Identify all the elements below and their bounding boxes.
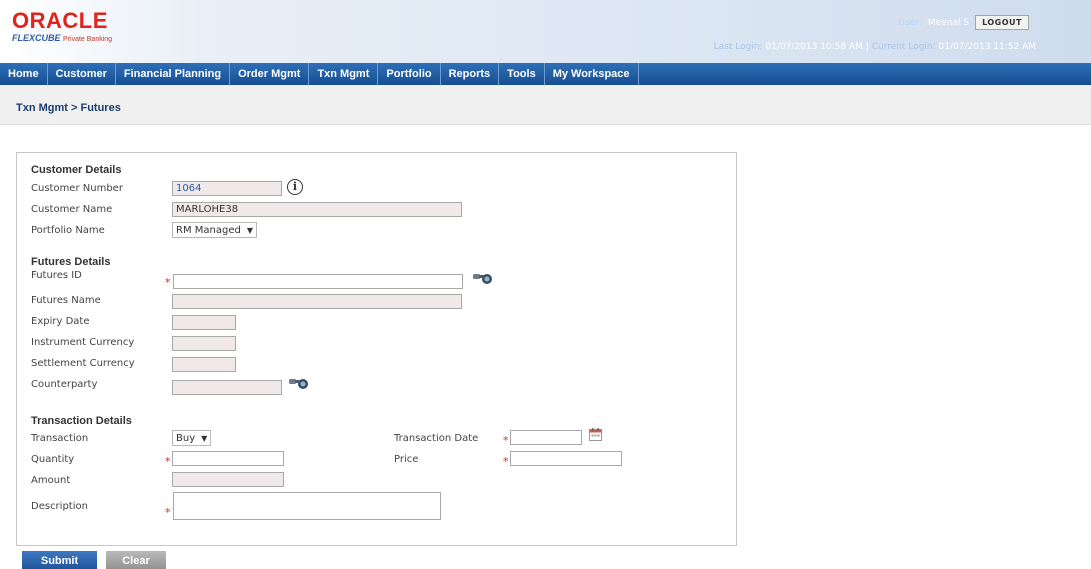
counterparty-field[interactable] bbox=[172, 380, 282, 395]
futures-id-input[interactable] bbox=[173, 274, 463, 289]
counterparty-label: Counterparty bbox=[31, 379, 98, 390]
info-icon[interactable]: i bbox=[287, 179, 303, 195]
customer-name-label: Customer Name bbox=[31, 204, 113, 215]
portfolio-selected-value: RM Managed bbox=[176, 224, 241, 236]
expiry-date-field[interactable] bbox=[172, 315, 236, 330]
transaction-date-label: Transaction Date bbox=[394, 433, 479, 444]
login-info: Last Login: 01/07/2013 10:58 AM | Curren… bbox=[714, 42, 1036, 52]
chevron-down-icon: ▼ bbox=[201, 433, 208, 443]
quantity-input[interactable] bbox=[172, 451, 284, 466]
logo-private-banking-text: Private Banking bbox=[63, 36, 113, 43]
instrument-currency-field[interactable] bbox=[172, 336, 236, 351]
required-marker: * bbox=[503, 455, 509, 468]
futures-name-label: Futures Name bbox=[31, 295, 101, 306]
submit-button[interactable]: Submit bbox=[22, 551, 97, 569]
customer-details-title: Customer Details bbox=[31, 164, 122, 176]
current-login-label: Current Login: bbox=[871, 42, 936, 52]
portfolio-name-label: Portfolio Name bbox=[31, 225, 105, 236]
transaction-label: Transaction bbox=[31, 433, 89, 444]
binoculars-search-icon[interactable] bbox=[288, 376, 312, 390]
transaction-details-title: Transaction Details bbox=[31, 415, 132, 427]
nav-item-tools[interactable]: Tools bbox=[499, 63, 545, 85]
required-marker: * bbox=[165, 276, 171, 289]
required-marker: * bbox=[165, 455, 171, 468]
transaction-selected-value: Buy bbox=[176, 432, 196, 444]
clear-button[interactable]: Clear bbox=[106, 551, 166, 569]
futures-details-title: Futures Details bbox=[31, 256, 111, 268]
logout-button[interactable]: LOGOUT bbox=[975, 15, 1029, 30]
customer-number-label: Customer Number bbox=[31, 183, 123, 194]
user-label: User: bbox=[898, 17, 922, 28]
required-marker: * bbox=[165, 506, 171, 519]
nav-item-financial-planning[interactable]: Financial Planning bbox=[116, 63, 231, 85]
futures-id-label: Futures ID bbox=[31, 270, 82, 281]
last-login-label: Last Login: bbox=[713, 42, 763, 52]
binoculars-search-icon[interactable] bbox=[472, 271, 496, 285]
nav-item-reports[interactable]: Reports bbox=[441, 63, 500, 85]
logo-subtitle: FLEXCUBE Private Banking bbox=[12, 33, 112, 43]
transaction-date-input[interactable] bbox=[510, 430, 582, 445]
amount-field[interactable] bbox=[172, 472, 284, 487]
nav-item-my-workspace[interactable]: My Workspace bbox=[545, 63, 639, 85]
user-info: User: Meenal S LOGOUT bbox=[899, 15, 1029, 30]
futures-form-panel: Customer Details Customer Number 1064 i … bbox=[16, 152, 737, 546]
expiry-date-label: Expiry Date bbox=[31, 316, 90, 327]
instrument-currency-label: Instrument Currency bbox=[31, 337, 135, 348]
breadcrumb: Txn Mgmt > Futures bbox=[16, 102, 121, 114]
nav-item-home[interactable]: Home bbox=[0, 63, 48, 85]
nav-items: Home Customer Financial Planning Order Mgmt… bbox=[0, 63, 1091, 85]
required-marker: * bbox=[503, 434, 509, 447]
current-login-value: 01/07/2013 11:52 AM bbox=[938, 42, 1036, 52]
settlement-currency-label: Settlement Currency bbox=[31, 358, 135, 369]
amount-label: Amount bbox=[31, 475, 71, 486]
customer-name-field[interactable]: MARLOHE38 bbox=[172, 202, 462, 217]
description-label: Description bbox=[31, 501, 88, 512]
transaction-select[interactable]: Buy ▼ bbox=[172, 430, 212, 446]
settlement-currency-field[interactable] bbox=[172, 357, 236, 372]
main-nav: Home Customer Financial Planning Order Mgmt… bbox=[0, 63, 1091, 85]
last-login-value: 01/07/2013 10:58 AM bbox=[765, 42, 863, 52]
calendar-icon[interactable] bbox=[589, 428, 602, 441]
quantity-label: Quantity bbox=[31, 454, 75, 465]
nav-item-portfolio[interactable]: Portfolio bbox=[378, 63, 441, 85]
price-label: Price bbox=[394, 454, 419, 465]
oracle-flexcube-logo: ORACLE FLEXCUBE Private Banking bbox=[12, 8, 112, 44]
app-header: ORACLE FLEXCUBE Private Banking User: Me… bbox=[0, 0, 1091, 63]
customer-number-field[interactable]: 1064 bbox=[172, 181, 282, 196]
nav-item-txn-mgmt[interactable]: Txn Mgmt bbox=[309, 63, 379, 85]
nav-item-customer[interactable]: Customer bbox=[48, 63, 116, 85]
futures-name-field[interactable] bbox=[172, 294, 462, 309]
logo-oracle-text: ORACLE bbox=[12, 8, 108, 33]
breadcrumb-bar: Txn Mgmt > Futures bbox=[0, 85, 1091, 125]
portfolio-name-select[interactable]: RM Managed ▼ bbox=[172, 222, 257, 238]
description-textarea[interactable] bbox=[173, 492, 441, 520]
user-name: Meenal S bbox=[927, 17, 970, 28]
logo-flexcube-text: FLEXCUBE bbox=[12, 33, 61, 43]
chevron-down-icon: ▼ bbox=[246, 225, 253, 235]
nav-item-order-mgmt[interactable]: Order Mgmt bbox=[230, 63, 310, 85]
price-input[interactable] bbox=[510, 451, 622, 466]
